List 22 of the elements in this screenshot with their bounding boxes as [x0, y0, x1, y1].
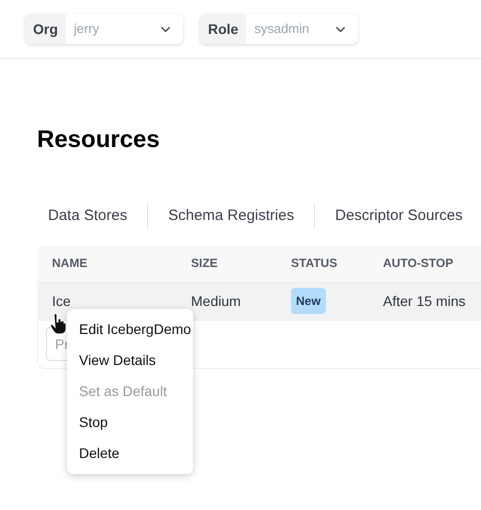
tab[interactable]: Schema Registries	[157, 204, 306, 228]
page-title: Resources	[37, 125, 161, 155]
table-cell-text: Medium	[191, 292, 242, 310]
column-header: NAME	[52, 255, 88, 272]
menu-item[interactable]: Stop	[67, 407, 193, 438]
table-cell-text: After 15 mins	[383, 292, 466, 310]
filter-label: Org	[25, 14, 66, 44]
column-header: AUTO-STOP	[383, 255, 454, 272]
tab[interactable]: Descriptor Sources	[324, 204, 474, 228]
menu-item[interactable]: View Details	[67, 345, 193, 376]
filter-value: jerry	[72, 20, 100, 38]
filter-label: Role	[200, 14, 246, 44]
filter-select[interactable]: Role sysadmin	[200, 14, 358, 44]
table-cell-text: Ice	[52, 292, 72, 310]
tab[interactable]: Data Stores	[37, 204, 138, 228]
column-header: STATUS	[291, 255, 338, 272]
filter-select[interactable]: Org jerry	[25, 14, 183, 44]
status-badge: New	[291, 288, 326, 314]
table-row[interactable]: Ice Medium New After 15 mins	[37, 281, 481, 321]
filter-value: sysadmin	[253, 20, 310, 38]
menu-item[interactable]: Delete	[67, 438, 193, 469]
column-header: SIZE	[191, 255, 219, 272]
